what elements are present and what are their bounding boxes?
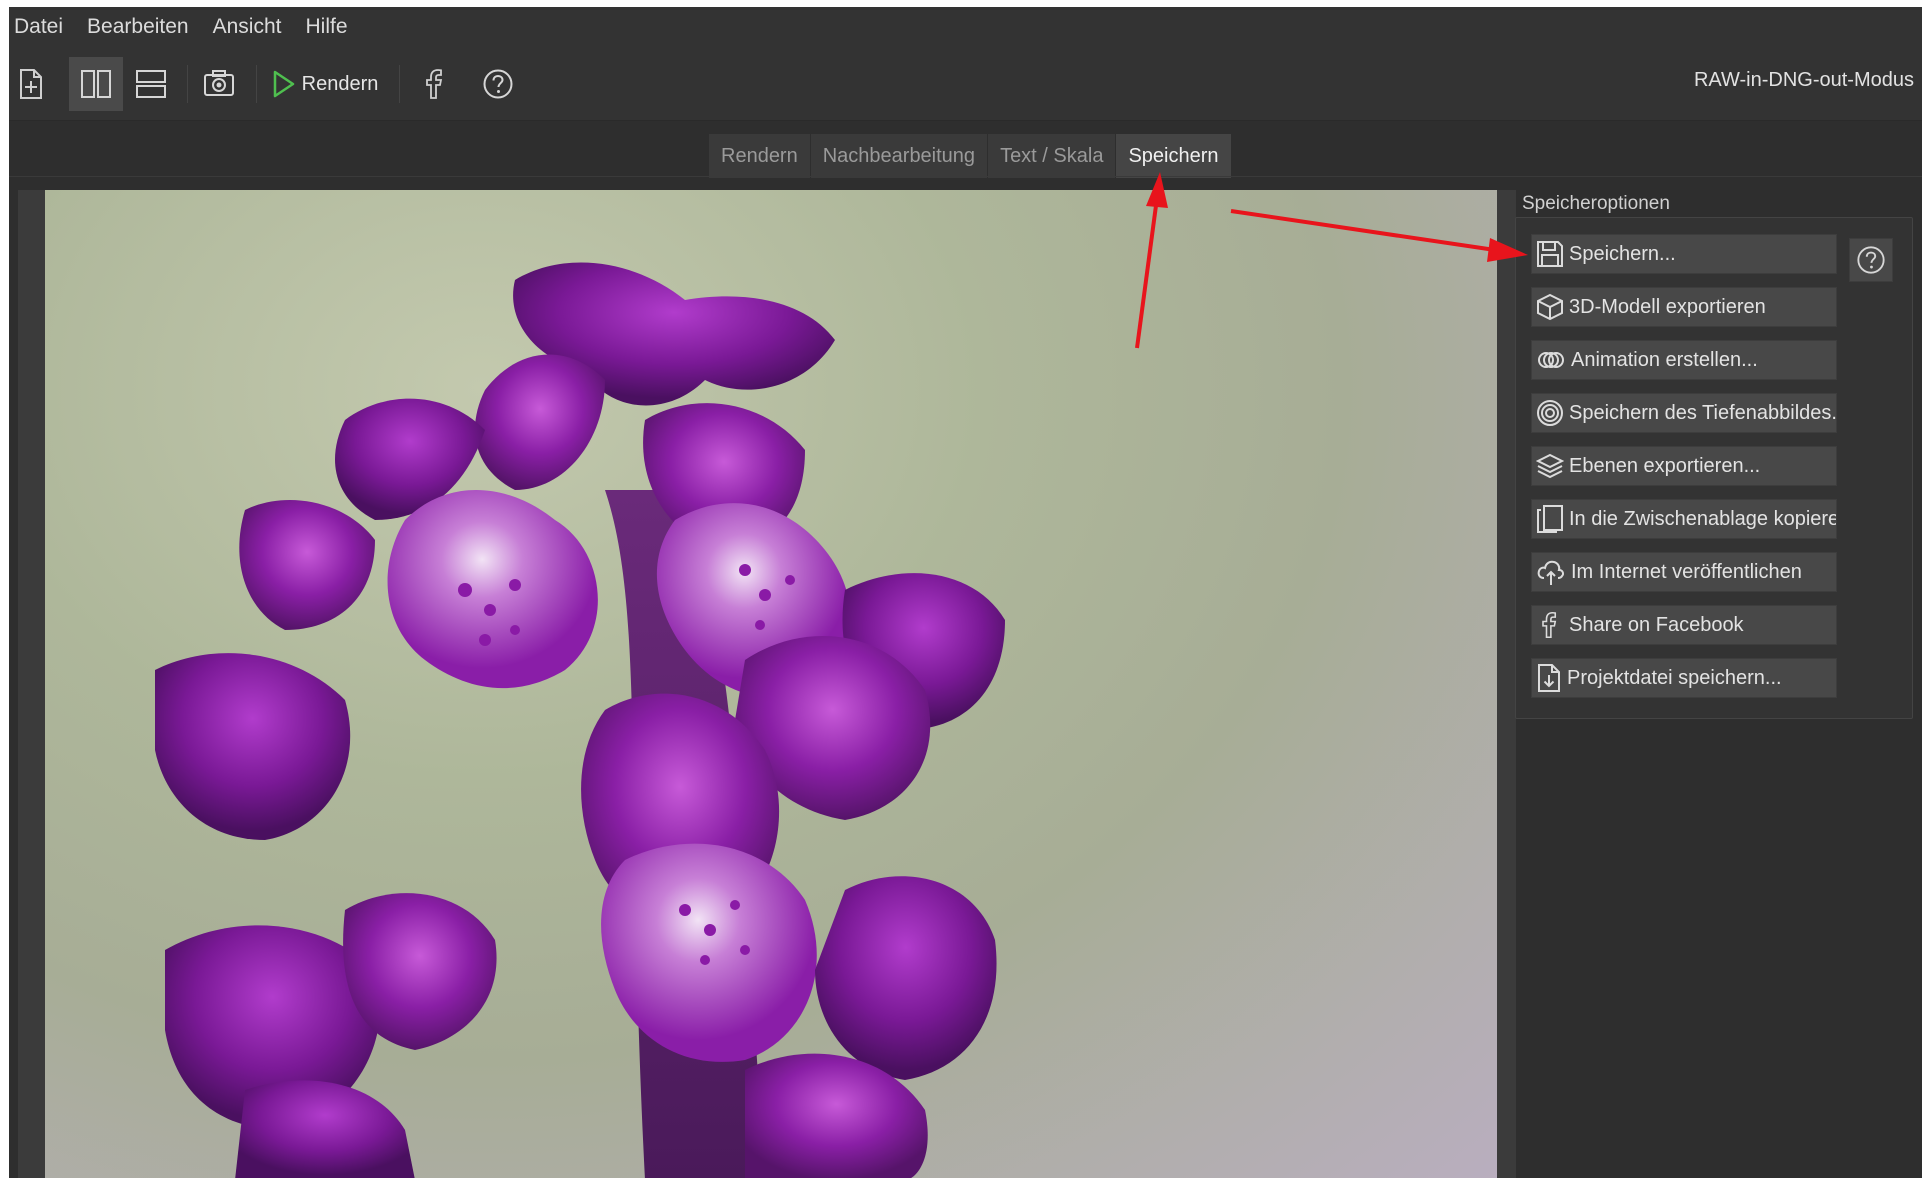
render-button[interactable]: Rendern <box>265 57 385 111</box>
save-help-button[interactable] <box>1849 238 1893 282</box>
cube-icon <box>1537 293 1563 321</box>
save-button-label: Speichern... <box>1569 242 1676 265</box>
menu-bar: Datei Bearbeiten Ansicht Hilfe <box>9 7 1922 47</box>
export-layers-button[interactable]: Ebenen exportieren... <box>1531 446 1837 486</box>
toolbar: Rendern RAW-in-DNG-out-Modus <box>9 47 1922 121</box>
play-icon <box>273 70 294 98</box>
help-icon <box>1857 246 1885 274</box>
mode-label: RAW-in-DNG-out-Modus <box>1693 69 1914 91</box>
help-button[interactable] <box>475 57 521 111</box>
tab-speichern[interactable]: Speichern <box>1116 134 1232 178</box>
publish-online-label: Im Internet veröffentlichen <box>1571 560 1802 583</box>
new-file-button[interactable] <box>11 57 51 111</box>
export-3d-model-label: 3D-Modell exportieren <box>1569 295 1766 318</box>
menu-ansicht[interactable]: Ansicht <box>201 7 294 47</box>
toolbar-separator <box>256 65 257 103</box>
export-layers-label: Ebenen exportieren... <box>1569 454 1761 477</box>
split-vertical-button[interactable] <box>69 57 123 111</box>
tab-bar: Rendern Nachbearbeitung Text / Skala Spe… <box>9 122 1922 178</box>
split-horizontal-button[interactable] <box>127 57 175 111</box>
orchid-photo <box>45 190 1497 1178</box>
depth-map-icon <box>1537 400 1563 426</box>
facebook-icon <box>426 69 443 99</box>
menu-hilfe[interactable]: Hilfe <box>293 7 359 47</box>
create-animation-label: Animation erstellen... <box>1571 348 1758 371</box>
help-icon <box>483 69 513 99</box>
toolbar-separator <box>187 65 188 103</box>
toolbar-separator <box>399 65 400 103</box>
screenshot-icon <box>204 70 234 96</box>
clipboard-icon <box>1537 505 1563 533</box>
save-depth-map-label: Speichern des Tiefenabbildes.. <box>1569 401 1837 424</box>
layers-icon <box>1536 453 1564 479</box>
split-vertical-icon <box>81 70 111 98</box>
copy-to-clipboard-label: In die Zwischenablage kopieren <box>1569 507 1837 530</box>
export-3d-model-button[interactable]: 3D-Modell exportieren <box>1531 287 1837 327</box>
tab-divider <box>9 176 1922 177</box>
copy-to-clipboard-button[interactable]: In die Zwischenablage kopieren <box>1531 499 1837 539</box>
save-depth-map-button[interactable]: Speichern des Tiefenabbildes.. <box>1531 393 1837 433</box>
screenshot-button[interactable] <box>195 57 243 111</box>
tab-nachbearbeitung[interactable]: Nachbearbeitung <box>810 134 989 178</box>
save-project-file-button[interactable]: Projektdatei speichern... <box>1531 658 1837 698</box>
app-window: Datei Bearbeiten Ansicht Hilfe Rendern R… <box>9 7 1922 1178</box>
cloud-upload-icon <box>1537 560 1564 585</box>
menu-bearbeiten[interactable]: Bearbeiten <box>75 7 201 47</box>
tab-rendern[interactable]: Rendern <box>709 134 811 178</box>
image-canvas[interactable] <box>18 190 1516 1178</box>
animation-icon <box>1538 352 1564 368</box>
publish-online-button[interactable]: Im Internet veröffentlichen <box>1531 552 1837 592</box>
share-facebook-button[interactable]: Share on Facebook <box>1531 605 1837 645</box>
project-file-icon <box>1538 664 1560 692</box>
tab-text-skala[interactable]: Text / Skala <box>988 134 1117 178</box>
panel-title: Speicheroptionen <box>1522 193 1670 214</box>
share-facebook-label: Share on Facebook <box>1569 613 1744 636</box>
floppy-disk-icon <box>1537 241 1563 267</box>
facebook-icon <box>1542 611 1557 639</box>
facebook-button[interactable] <box>413 57 457 111</box>
menu-datei[interactable]: Datei <box>9 7 75 47</box>
save-project-file-label: Projektdatei speichern... <box>1567 666 1782 689</box>
create-animation-button[interactable]: Animation erstellen... <box>1531 340 1837 380</box>
new-file-icon <box>20 69 42 99</box>
split-horizontal-icon <box>136 70 166 98</box>
render-button-label: Rendern <box>301 72 379 95</box>
save-button[interactable]: Speichern... <box>1531 234 1837 274</box>
